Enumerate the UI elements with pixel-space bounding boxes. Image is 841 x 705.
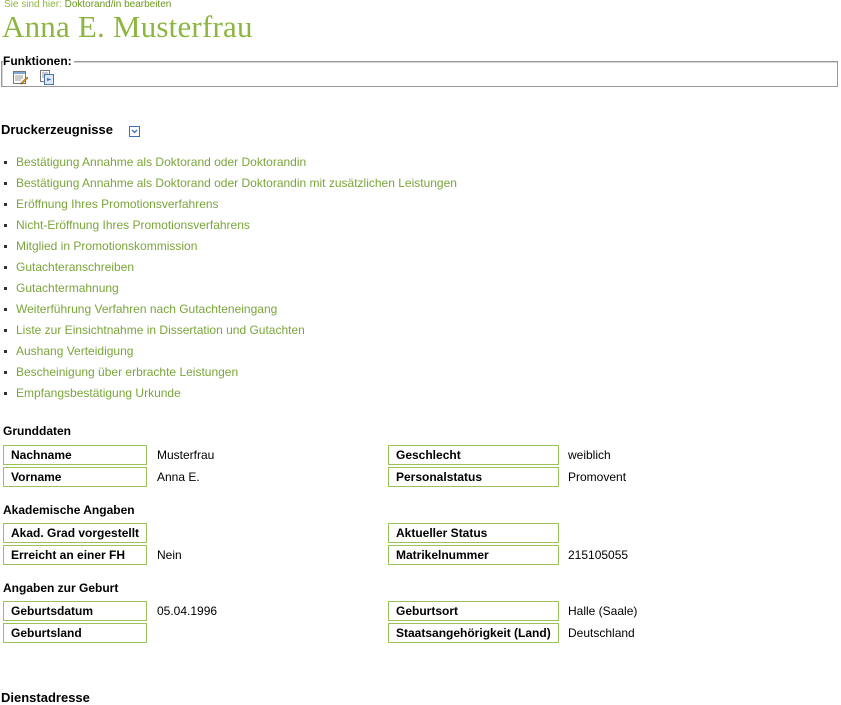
bullet: [4, 161, 7, 164]
print-link[interactable]: Nicht-Eröffnung Ihres Promotionsverfahre…: [16, 218, 250, 232]
functions-label: Funktionen:: [3, 54, 74, 68]
list-item: Gutachtermahnung: [0, 278, 457, 299]
personalstatus-value: Promovent: [568, 470, 627, 484]
bullet: [4, 329, 7, 332]
bullet: [4, 266, 7, 269]
geburtsland-label: Geburtsland: [3, 623, 147, 643]
print-link[interactable]: Bestätigung Annahme als Doktorand oder D…: [16, 155, 306, 169]
document-view-icon[interactable]: [39, 69, 55, 85]
bullet: [4, 392, 7, 395]
matrikel-label: Matrikelnummer: [388, 545, 559, 565]
fh-label: Erreicht an einer FH: [3, 545, 147, 565]
list-item: Aushang Verteidigung: [0, 341, 457, 362]
list-item: Empfangsbestätigung Urkunde: [0, 383, 457, 404]
matrikel-value: 215105055: [568, 548, 629, 562]
bullet: [4, 245, 7, 248]
print-link[interactable]: Gutachteranschreiben: [16, 260, 134, 274]
bullet: [4, 287, 7, 290]
list-item: Nicht-Eröffnung Ihres Promotionsverfahre…: [0, 215, 457, 236]
nachname-label: Nachname: [3, 445, 147, 465]
chevron-down-icon[interactable]: [129, 124, 140, 137]
page-title: Anna E. Musterfrau: [2, 9, 253, 44]
print-link[interactable]: Mitglied in Promotionskommission: [16, 239, 197, 253]
edit-document-icon[interactable]: [12, 69, 29, 85]
geburtsort-value: Halle (Saale): [568, 604, 638, 618]
list-item: Bestätigung Annahme als Doktorand oder D…: [0, 152, 457, 173]
list-item: Mitglied in Promotionskommission: [0, 236, 457, 257]
list-item: Eröffnung Ihres Promotionsverfahrens: [0, 194, 457, 215]
print-link[interactable]: Bestätigung Annahme als Doktorand oder D…: [16, 176, 457, 190]
list-item: Bescheinigung über erbrachte Leistungen: [0, 362, 457, 383]
vorname-label: Vorname: [3, 467, 147, 487]
print-link[interactable]: Gutachtermahnung: [16, 281, 119, 295]
bullet: [4, 224, 7, 227]
geschlecht-label: Geschlecht: [388, 445, 559, 465]
personalstatus-label: Personalstatus: [388, 467, 559, 487]
geburt-title: Angaben zur Geburt: [3, 581, 119, 595]
functions-box: [1, 61, 838, 87]
list-item: Gutachteranschreiben: [0, 257, 457, 278]
bullet: [4, 371, 7, 374]
geburtsdatum-value: 05.04.1996: [157, 604, 218, 618]
print-link[interactable]: Eröffnung Ihres Promotionsverfahrens: [16, 197, 219, 211]
grad-label: Akad. Grad vorgestellt: [3, 523, 147, 543]
print-link[interactable]: Aushang Verteidigung: [16, 344, 133, 358]
bullet: [4, 203, 7, 206]
print-link[interactable]: Bescheinigung über erbrachte Leistungen: [16, 365, 238, 379]
prints-title: Druckerzeugnisse: [1, 122, 113, 137]
akademisch-title: Akademische Angaben: [3, 503, 135, 517]
grunddaten-title: Grunddaten: [3, 424, 71, 438]
bullet: [4, 308, 7, 311]
prints-list: Bestätigung Annahme als Doktorand oder D…: [0, 152, 457, 404]
bullet: [4, 350, 7, 353]
staatsangehoerigkeit-label: Staatsangehörigkeit (Land): [388, 623, 559, 643]
staatsangehoerigkeit-value: Deutschland: [568, 626, 635, 640]
geschlecht-value: weiblich: [568, 448, 611, 462]
list-item: Bestätigung Annahme als Doktorand oder D…: [0, 173, 457, 194]
geburtsdatum-label: Geburtsdatum: [3, 601, 147, 621]
fh-value: Nein: [157, 548, 182, 562]
bullet: [4, 182, 7, 185]
nachname-value: Musterfrau: [157, 448, 215, 462]
print-link[interactable]: Liste zur Einsichtnahme in Dissertation …: [16, 323, 305, 337]
status-label: Aktueller Status: [388, 523, 559, 543]
print-link[interactable]: Empfangsbestätigung Urkunde: [16, 386, 181, 400]
list-item: Weiterführung Verfahren nach Gutachtenei…: [0, 299, 457, 320]
print-link[interactable]: Weiterführung Verfahren nach Gutachtenei…: [16, 302, 277, 316]
geburtsort-label: Geburtsort: [388, 601, 559, 621]
vorname-value: Anna E.: [157, 470, 200, 484]
list-item: Liste zur Einsichtnahme in Dissertation …: [0, 320, 457, 341]
